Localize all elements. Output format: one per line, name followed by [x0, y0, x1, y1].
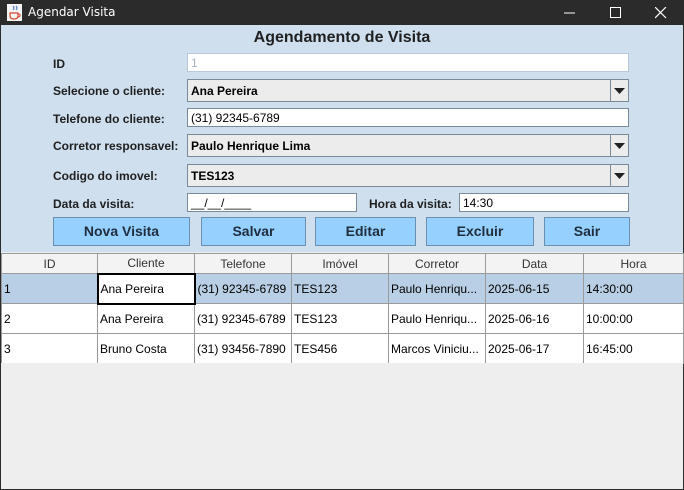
table-cell[interactable]: 14:30:00: [583, 273, 684, 304]
corretor-dropdown-button[interactable]: [610, 135, 628, 156]
minimize-button[interactable]: [547, 1, 593, 25]
column-header-cliente[interactable]: Cliente: [97, 253, 195, 274]
visitas-table[interactable]: ID Cliente Telefone Imóvel Corretor Data…: [1, 253, 684, 364]
table-cell[interactable]: Paulo Henriqu...: [388, 303, 486, 334]
data-field[interactable]: __/__/____: [187, 193, 357, 212]
column-header-imovel[interactable]: Imóvel: [291, 253, 389, 274]
table-cell[interactable]: 2025-06-15: [485, 273, 584, 304]
table-empty-area: [1, 363, 683, 489]
id-label: ID: [53, 57, 65, 71]
salvar-button[interactable]: Salvar: [201, 217, 306, 246]
chevron-down-icon: [614, 173, 625, 179]
cliente-label: Selecione o cliente:: [53, 84, 166, 98]
close-icon: [655, 7, 667, 19]
cliente-dropdown-button[interactable]: [610, 80, 628, 101]
corretor-select[interactable]: Paulo Henrique Lima: [187, 134, 629, 157]
table-cell[interactable]: TES123: [291, 273, 389, 304]
table-cell[interactable]: 2: [1, 303, 98, 334]
table-cell[interactable]: Marcos Viniciu...: [388, 333, 486, 364]
column-header-data[interactable]: Data: [485, 253, 584, 274]
app-window: Agendar Visita Agendamento de Visita ID …: [0, 0, 684, 490]
table-cell[interactable]: (31) 92345-6789: [194, 273, 292, 304]
column-header-telefone[interactable]: Telefone: [194, 253, 292, 274]
title-bar[interactable]: Agendar Visita: [1, 1, 683, 25]
data-label: Data da visita:: [53, 197, 135, 211]
table-cell[interactable]: (31) 92345-6789: [194, 303, 292, 334]
window-title: Agendar Visita: [28, 5, 116, 19]
table-cell[interactable]: (31) 93456-7890: [194, 333, 292, 364]
hora-field[interactable]: 14:30: [459, 193, 629, 212]
table-cell[interactable]: 3: [1, 333, 98, 364]
corretor-label: Corretor responsavel:: [53, 139, 179, 153]
table-row[interactable]: 1 Ana Pereira (31) 92345-6789 TES123 Pau…: [1, 272, 684, 305]
table-cell[interactable]: Ana Pereira: [96, 272, 196, 305]
chevron-down-icon: [614, 143, 625, 149]
table-cell[interactable]: Bruno Costa: [97, 333, 195, 364]
imovel-label: Codigo do imovel:: [53, 169, 158, 183]
form-title: Agendamento de Visita: [253, 29, 431, 46]
telefone-field[interactable]: (31) 92345-6789: [187, 108, 629, 127]
table-cell[interactable]: 16:45:00: [583, 333, 684, 364]
column-header-corretor[interactable]: Corretor: [388, 253, 486, 274]
nova-visita-button[interactable]: Nova Visita: [53, 217, 190, 246]
cliente-select[interactable]: Ana Pereira: [187, 79, 629, 102]
form-panel: Agendamento de Visita ID 1 Selecione o c…: [1, 25, 683, 252]
imovel-select-value: TES123: [191, 169, 235, 183]
table-row[interactable]: 2 Ana Pereira (31) 92345-6789 TES123 Pau…: [1, 303, 684, 334]
maximize-button[interactable]: [593, 1, 639, 25]
maximize-icon: [610, 7, 621, 18]
table-header-row: ID Cliente Telefone Imóvel Corretor Data…: [1, 253, 684, 274]
minimize-icon: [564, 12, 575, 14]
table-cell[interactable]: Ana Pereira: [97, 303, 195, 334]
sair-button[interactable]: Sair: [544, 217, 630, 246]
table-row[interactable]: 3 Bruno Costa (31) 93456-7890 TES456 Mar…: [1, 333, 684, 364]
chevron-down-icon: [614, 88, 625, 94]
table-cell[interactable]: 1: [1, 273, 98, 304]
corretor-select-value: Paulo Henrique Lima: [191, 139, 311, 153]
column-header-hora[interactable]: Hora: [583, 253, 684, 274]
excluir-button[interactable]: Excluir: [426, 217, 534, 246]
table-cell[interactable]: 2025-06-17: [485, 333, 584, 364]
telefone-label: Telefone do cliente:: [53, 112, 165, 126]
java-cup-icon: [7, 4, 22, 21]
editar-button[interactable]: Editar: [315, 217, 416, 246]
imovel-select[interactable]: TES123: [187, 164, 629, 187]
id-field: 1: [187, 53, 629, 72]
imovel-dropdown-button[interactable]: [610, 165, 628, 186]
table-cell[interactable]: TES456: [291, 333, 389, 364]
table-cell[interactable]: 2025-06-16: [485, 303, 584, 334]
table-cell[interactable]: TES123: [291, 303, 389, 334]
table-cell[interactable]: 10:00:00: [583, 303, 684, 334]
close-button[interactable]: [638, 1, 684, 25]
cliente-select-value: Ana Pereira: [191, 84, 258, 98]
hora-label: Hora da visita:: [369, 197, 452, 211]
table-cell[interactable]: Paulo Henriqu...: [388, 273, 486, 304]
column-header-id[interactable]: ID: [1, 253, 98, 274]
